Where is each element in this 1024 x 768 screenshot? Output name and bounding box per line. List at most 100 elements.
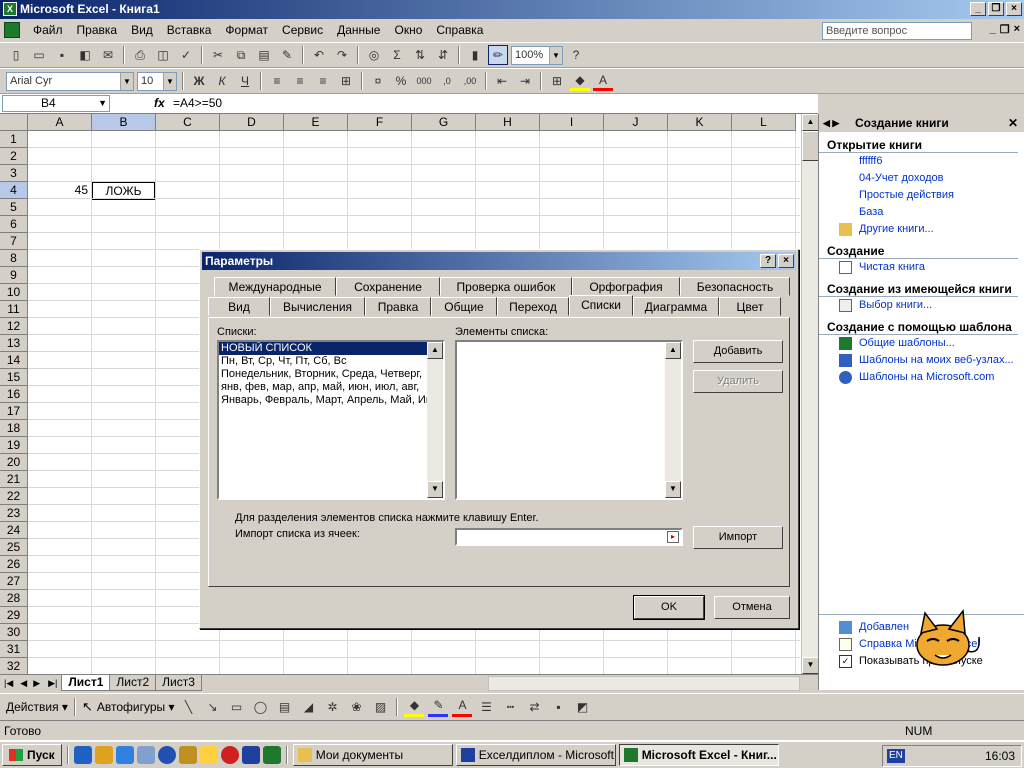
underline-icon[interactable]: Ч [235, 71, 255, 91]
fill-color-icon[interactable]: ◆ [570, 71, 590, 91]
merge-center-icon[interactable]: ⊞ [336, 71, 356, 91]
tab-edit[interactable]: Правка [365, 297, 431, 316]
menu-window[interactable]: Окно [387, 19, 429, 41]
textbox-icon[interactable]: ▤ [274, 697, 294, 717]
row-header[interactable]: 21 [0, 471, 28, 488]
diagram-icon[interactable]: ✲ [322, 697, 342, 717]
drawing-icon[interactable]: ✏ [488, 45, 508, 65]
general-templates-link[interactable]: Общие шаблоны... [819, 335, 1024, 352]
print-icon[interactable]: ⎙ [130, 45, 150, 65]
scroll-up-icon[interactable]: ▲ [802, 114, 818, 131]
tab-save[interactable]: Сохранение [336, 277, 440, 296]
row-header[interactable]: 30 [0, 624, 28, 641]
actions-menu[interactable]: Действия ▾ [6, 700, 68, 714]
sheet-nav-next-icon[interactable]: ▶ [30, 678, 43, 689]
cell-a4[interactable]: 45 [30, 182, 88, 199]
list-item[interactable]: Пн, Вт, Ср, Чт, Пт, Сб, Вс [219, 355, 443, 368]
excel-quick-icon[interactable] [262, 746, 281, 764]
taskbar-item-excel[interactable]: Microsoft Excel - Книг... [618, 744, 779, 766]
column-header[interactable]: I [540, 114, 604, 131]
menu-file[interactable]: Файл [26, 19, 70, 41]
vertical-scrollbar[interactable]: ▲ ▼ [801, 114, 818, 674]
workbook-restore-button[interactable]: ❐ [1000, 23, 1010, 36]
task-pane-close-icon[interactable]: ✕ [1008, 114, 1018, 132]
row-header[interactable]: 27 [0, 573, 28, 590]
row-header[interactable]: 12 [0, 318, 28, 335]
menu-data[interactable]: Данные [330, 19, 387, 41]
menu-format[interactable]: Формат [218, 19, 275, 41]
name-box[interactable]: B4 ▼ [2, 95, 110, 112]
sheet-tab-1[interactable]: Лист1 [61, 675, 111, 691]
chart-wizard-icon[interactable]: ▮ [465, 45, 485, 65]
font-select[interactable]: Arial Cyr ▼ [6, 71, 134, 91]
row-header[interactable]: 6 [0, 216, 28, 233]
row-header[interactable]: 2 [0, 148, 28, 165]
sheet-nav-prev-icon[interactable]: ◀ [17, 678, 30, 689]
open-icon[interactable]: ▭ [29, 45, 49, 65]
row-header[interactable]: 8 [0, 250, 28, 267]
row-header[interactable]: 11 [0, 301, 28, 318]
row-header[interactable]: 26 [0, 556, 28, 573]
list-item[interactable]: янв, фев, мар, апр, май, июн, июл, авг, [219, 381, 443, 394]
new-icon[interactable]: ▯ [6, 45, 26, 65]
row-header[interactable]: 17 [0, 403, 28, 420]
list-item[interactable]: Январь, Февраль, Март, Апрель, Май, Ию [219, 394, 443, 407]
cut-icon[interactable]: ✂ [208, 45, 228, 65]
restore-button[interactable]: ❐ [988, 2, 1004, 16]
opera-icon[interactable] [220, 746, 239, 764]
select-objects-icon[interactable]: ↖ [82, 699, 93, 715]
column-header[interactable]: A [28, 114, 92, 131]
dialog-help-button[interactable]: ? [760, 254, 776, 268]
select-all-corner[interactable] [0, 114, 28, 131]
column-header[interactable]: L [732, 114, 796, 131]
menu-help[interactable]: Справка [429, 19, 490, 41]
font-color-icon[interactable]: A [452, 697, 473, 717]
tab-transition[interactable]: Переход [497, 297, 569, 316]
scroll-down-icon[interactable]: ▼ [665, 481, 681, 498]
arrow-icon[interactable]: ↘ [202, 697, 222, 717]
taskbar-item-word[interactable]: Exceлдиплом - Microsoft... [455, 744, 616, 766]
menu-tools[interactable]: Сервис [275, 19, 330, 41]
tab-color[interactable]: Цвет [719, 297, 781, 316]
thousands-icon[interactable]: 000 [414, 71, 434, 91]
row-header[interactable]: 22 [0, 488, 28, 505]
ask-question-input[interactable]: Введите вопрос [822, 22, 972, 40]
rectangle-icon[interactable]: ▭ [226, 697, 246, 717]
row-header[interactable]: 3 [0, 165, 28, 182]
dialog-close-button[interactable]: × [778, 254, 794, 268]
folder-quick-icon[interactable] [199, 746, 218, 764]
row-header[interactable]: 9 [0, 267, 28, 284]
start-button[interactable]: Пуск [2, 744, 62, 766]
tab-international[interactable]: Международные [214, 277, 336, 296]
email-icon[interactable]: ✉ [98, 45, 118, 65]
column-header[interactable]: F [348, 114, 412, 131]
sheet-nav-first-icon[interactable]: |◀ [0, 678, 17, 689]
row-header[interactable]: 25 [0, 539, 28, 556]
redo-icon[interactable]: ↷ [332, 45, 352, 65]
row-header[interactable]: 4 [0, 182, 28, 199]
recent-file-3[interactable]: Простые действия [819, 187, 1024, 204]
ms-templates-link[interactable]: Шаблоны на Microsoft.com [819, 369, 1024, 386]
scroll-up-icon[interactable]: ▲ [427, 342, 443, 359]
column-header[interactable]: J [604, 114, 668, 131]
oval-icon[interactable]: ◯ [250, 697, 270, 717]
sort-asc-icon[interactable]: ⇅ [410, 45, 430, 65]
custom-lists-listbox[interactable]: НОВЫЙ СПИСОК Пн, Вт, Ср, Чт, Пт, Сб, Вс … [217, 340, 445, 500]
sort-desc-icon[interactable]: ⇵ [433, 45, 453, 65]
workbook-close-button[interactable]: × [1014, 23, 1020, 36]
horizontal-scrollbar[interactable] [488, 676, 800, 691]
row-header[interactable]: 15 [0, 369, 28, 386]
permission-icon[interactable]: ◧ [75, 45, 95, 65]
scroll-down-icon[interactable]: ▼ [427, 481, 443, 498]
paste-icon[interactable]: ▤ [254, 45, 274, 65]
align-center-icon[interactable]: ≡ [290, 71, 310, 91]
language-indicator[interactable]: EN [887, 749, 905, 763]
tab-chart[interactable]: Диаграмма [633, 297, 719, 316]
row-header[interactable]: 24 [0, 522, 28, 539]
autoshapes-menu[interactable]: Автофигуры ▾ [97, 700, 175, 714]
menu-insert[interactable]: Вставка [160, 19, 219, 41]
dash-style-icon[interactable]: ┅ [500, 697, 520, 717]
elements-scrollbar[interactable]: ▲ ▼ [665, 342, 681, 498]
list-item[interactable]: НОВЫЙ СПИСОК [219, 342, 443, 355]
sheet-nav-last-icon[interactable]: ▶| [43, 678, 62, 689]
